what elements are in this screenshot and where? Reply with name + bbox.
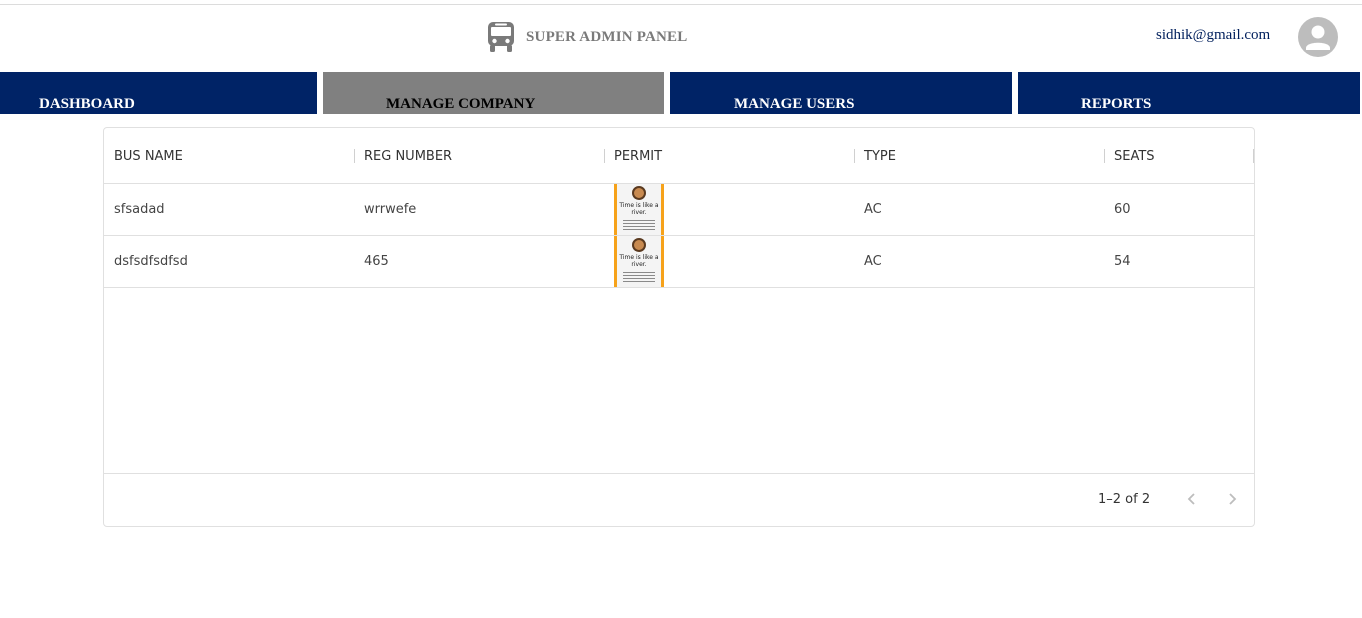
grid-footer: 1–2 of 2 (104, 473, 1254, 526)
table-row[interactable]: sfsadad wrrwefe Time is like a river. AC… (104, 184, 1254, 236)
permit-caption: Time is like a river. (619, 202, 659, 216)
permit-caption: Time is like a river. (619, 254, 659, 268)
top-divider (0, 4, 1362, 5)
column-separator[interactable] (854, 149, 855, 163)
tab-label: REPORTS (1081, 96, 1152, 112)
column-separator[interactable] (1253, 149, 1254, 163)
cell-reg-number: wrrwefe (364, 202, 417, 217)
portrait-icon (632, 186, 646, 200)
grid-header-row: BUS NAME REG NUMBER PERMIT TYPE SEATS (104, 128, 1254, 184)
previous-page-button[interactable] (1180, 488, 1204, 512)
chevron-right-icon (1226, 491, 1238, 510)
column-header-seats[interactable]: SEATS (1114, 128, 1155, 184)
column-separator[interactable] (604, 149, 605, 163)
permit-text-lines (623, 270, 655, 284)
column-separator[interactable] (354, 149, 355, 163)
column-header-bus-name[interactable]: BUS NAME (114, 128, 183, 184)
cell-type: AC (864, 202, 882, 217)
cell-type: AC (864, 254, 882, 269)
user-email: sidhik@gmail.com (1156, 27, 1271, 43)
tab-manage-users[interactable]: MANAGE USERS (670, 72, 1012, 114)
pagination-range: 1–2 of 2 (1098, 492, 1151, 507)
column-separator[interactable] (1104, 149, 1105, 163)
chevron-left-icon (1186, 491, 1198, 510)
tab-label: DASHBOARD (39, 96, 135, 112)
tab-label: MANAGE COMPANY (386, 96, 536, 112)
table-row[interactable]: dsfsdfsdfsd 465 Time is like a river. AC… (104, 236, 1254, 288)
tab-manage-company[interactable]: MANAGE COMPANY (323, 72, 664, 114)
bus-icon (486, 20, 516, 54)
app-title: SUPER ADMIN PANEL (526, 28, 688, 45)
tab-reports[interactable]: REPORTS (1018, 72, 1360, 114)
tab-dashboard[interactable]: DASHBOARD (0, 72, 317, 114)
cell-seats: 60 (1114, 202, 1131, 217)
column-header-reg-number[interactable]: REG NUMBER (364, 128, 452, 184)
cell-bus-name: sfsadad (114, 202, 165, 217)
column-header-type[interactable]: TYPE (864, 128, 896, 184)
cell-bus-name: dsfsdfsdfsd (114, 254, 188, 269)
cell-reg-number: 465 (364, 254, 389, 269)
portrait-icon (632, 238, 646, 252)
person-icon (1298, 25, 1338, 57)
column-header-permit[interactable]: PERMIT (614, 128, 662, 184)
tab-label: MANAGE USERS (734, 96, 855, 112)
next-page-button[interactable] (1220, 488, 1244, 512)
permit-text-lines (623, 218, 655, 232)
cell-seats: 54 (1114, 254, 1131, 269)
avatar[interactable] (1298, 17, 1338, 57)
bus-data-grid: BUS NAME REG NUMBER PERMIT TYPE SEATS sf… (103, 127, 1255, 527)
brand: SUPER ADMIN PANEL (486, 20, 687, 54)
permit-image[interactable]: Time is like a river. (614, 236, 664, 287)
permit-image[interactable]: Time is like a river. (614, 184, 664, 235)
